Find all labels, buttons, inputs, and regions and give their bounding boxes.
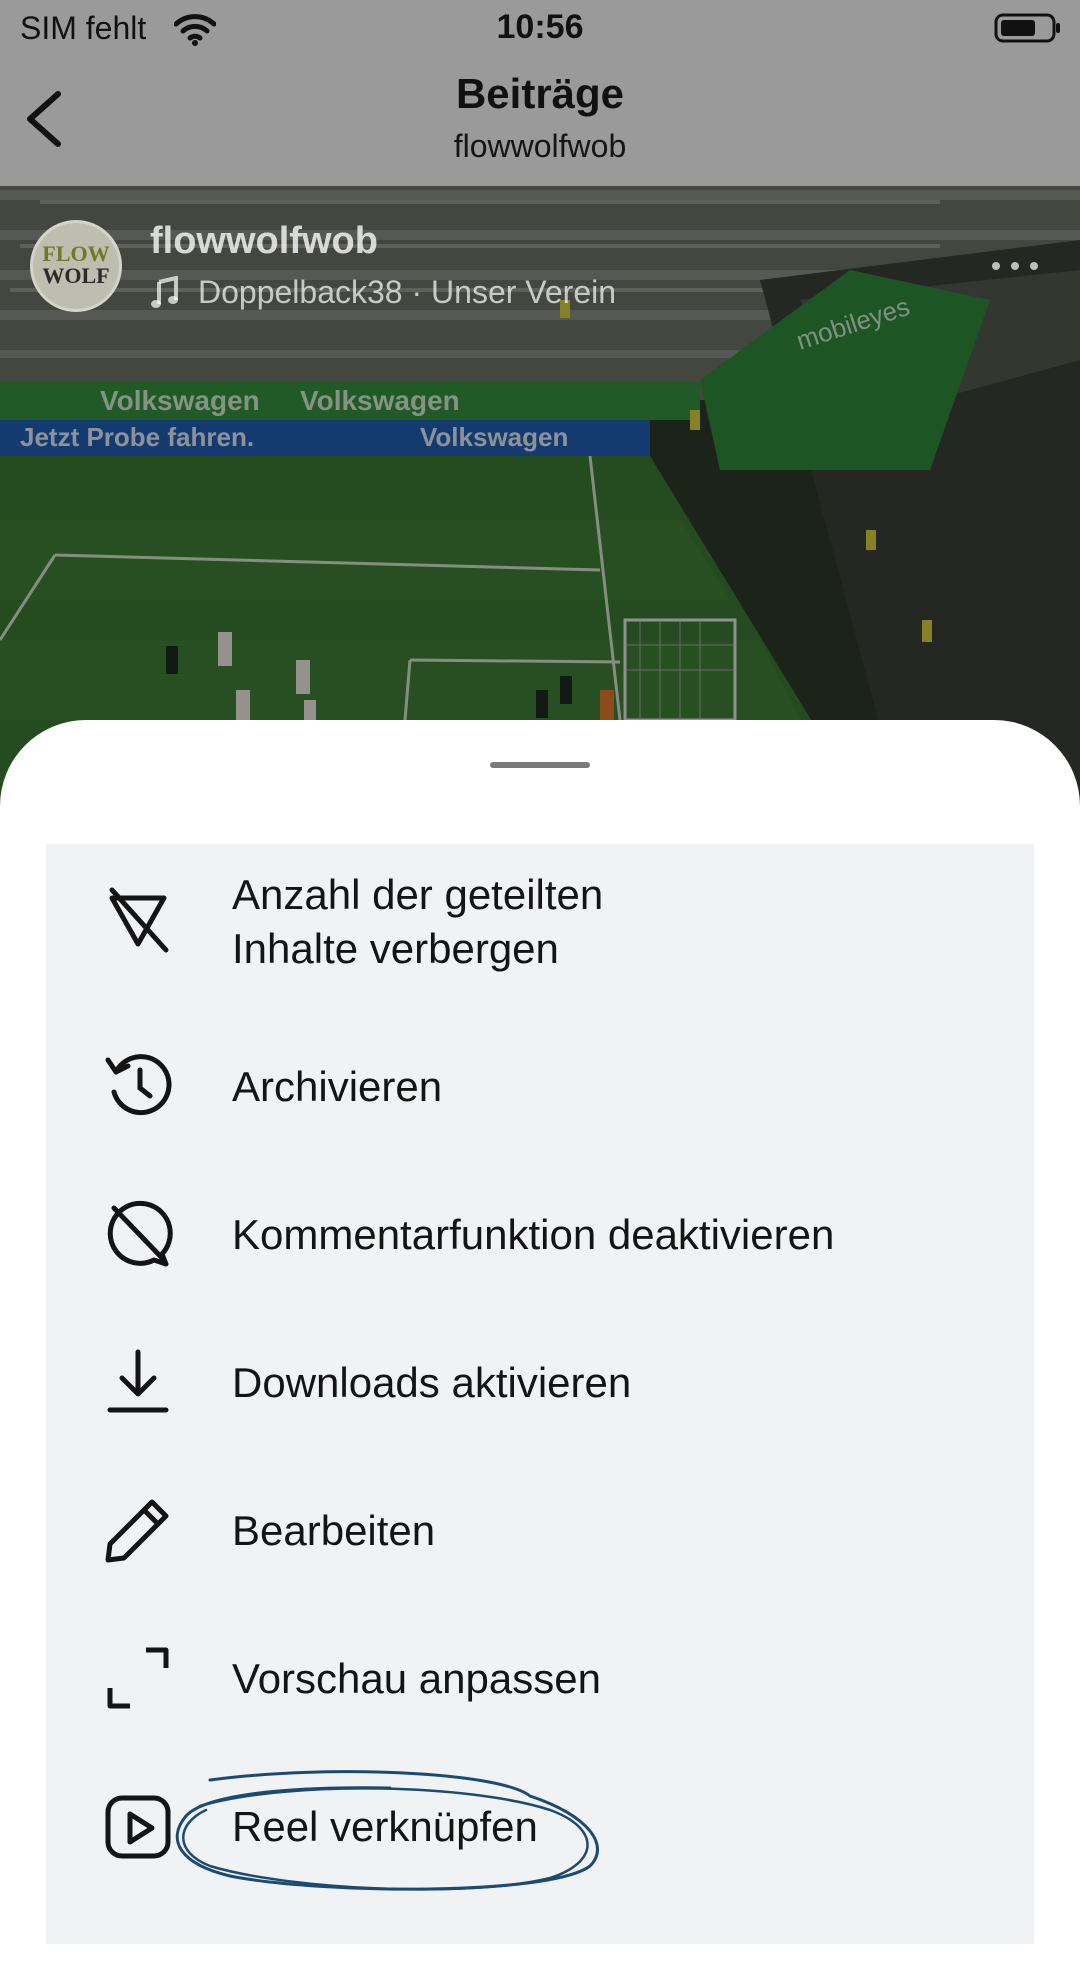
options-sheet: Anzahl der geteilten Inhalte verbergen A… xyxy=(0,720,1080,1980)
menu-label-link-reel: Reel verknüpfen xyxy=(232,1803,538,1850)
status-bar: SIM fehlt 10:56 xyxy=(0,0,1080,58)
status-time: 10:56 xyxy=(496,8,584,46)
battery-icon xyxy=(994,13,1060,43)
menu-item-link-reel[interactable]: Reel verknüpfen xyxy=(46,1754,1034,1902)
post-username[interactable]: flowwolfwob xyxy=(150,220,378,263)
page-subtitle: flowwolfwob xyxy=(453,128,627,164)
post-header: FLOW WOLF flowwolfwob Doppelback38 · Uns… xyxy=(0,186,1080,316)
menu-label-disable-comments: Kommentarfunktion deaktivieren xyxy=(232,1211,835,1258)
options-menu: Anzahl der geteilten Inhalte verbergen A… xyxy=(46,844,1034,1944)
post-audio-label[interactable]: Doppelback38 · Unser Verein xyxy=(198,274,616,311)
download-icon xyxy=(107,1349,169,1413)
menu-label-enable-downloads: Downloads aktivieren xyxy=(232,1359,632,1406)
menu-label-adjust-preview: Vorschau anpassen xyxy=(232,1655,601,1702)
comment-off-icon xyxy=(107,1200,173,1267)
menu-item-disable-comments[interactable]: Kommentarfunktion deaktivieren xyxy=(46,1162,1034,1310)
archive-clock-icon xyxy=(105,1054,172,1116)
pencil-icon xyxy=(105,1499,169,1563)
avatar[interactable]: FLOW WOLF xyxy=(30,220,122,312)
crop-expand-icon xyxy=(107,1647,169,1709)
share-count-off-icon xyxy=(109,887,169,953)
top-bar: SIM fehlt 10:56 Beiträge flowwolfwob xyxy=(0,0,1080,186)
menu-item-edit[interactable]: Bearbeiten xyxy=(46,1458,1034,1606)
menu-label-edit: Bearbeiten xyxy=(232,1507,436,1554)
music-note-icon xyxy=(151,276,178,308)
menu-item-adjust-preview[interactable]: Vorschau anpassen xyxy=(46,1606,1034,1754)
reel-icon xyxy=(105,1795,171,1859)
menu-label-hide-share-count-2: Inhalte verbergen xyxy=(232,925,559,972)
avatar-text-1: FLOW xyxy=(42,241,110,266)
menu-label-archive: Archivieren xyxy=(232,1063,443,1110)
menu-item-enable-downloads[interactable]: Downloads aktivieren xyxy=(46,1310,1034,1458)
menu-item-hide-share-count[interactable]: Anzahl der geteilten Inhalte verbergen xyxy=(46,844,1034,1004)
more-horizontal-icon[interactable] xyxy=(990,256,1040,276)
page-title: Beiträge xyxy=(455,70,625,117)
menu-label-hide-share-count-1: Anzahl der geteilten xyxy=(232,871,604,918)
menu-item-archive[interactable]: Archivieren xyxy=(46,1014,1034,1162)
sheet-grabber[interactable] xyxy=(490,762,590,768)
avatar-text-2: WOLF xyxy=(42,263,110,288)
